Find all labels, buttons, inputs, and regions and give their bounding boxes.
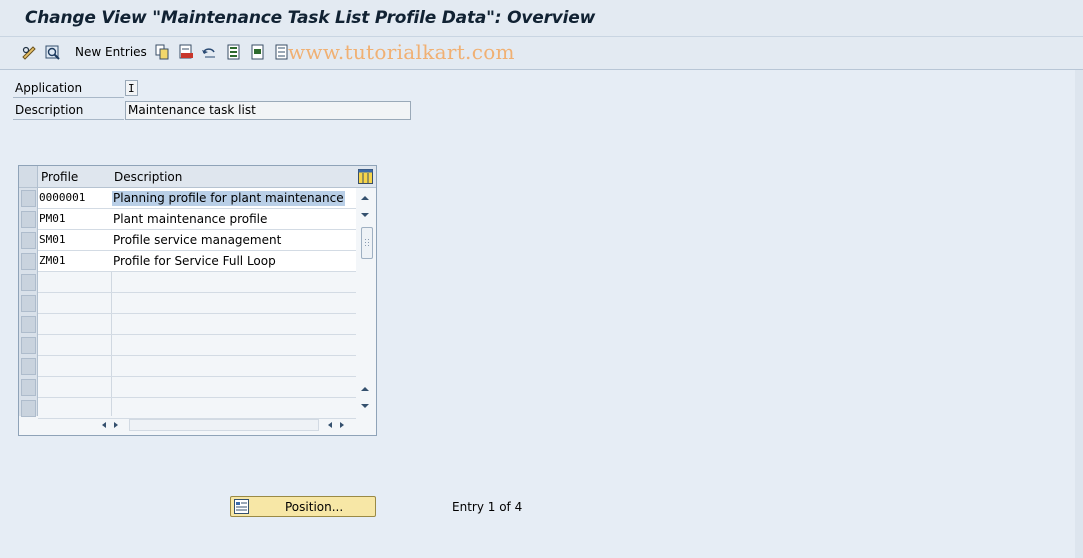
- watermark: www.tutorialkart.com: [288, 40, 515, 64]
- description-label-underline: [13, 119, 124, 120]
- application-label-underline: [13, 97, 124, 98]
- table-row: [38, 335, 356, 356]
- application-toolbar: New Entries www.tutorialkart.com: [0, 37, 1083, 70]
- profile-table: Profile Description 0000001 Planning prof…: [18, 165, 377, 436]
- row-selector[interactable]: [21, 253, 36, 270]
- row-selector[interactable]: [21, 337, 36, 354]
- page-up-icon[interactable]: [359, 383, 373, 395]
- hscroll-arrows-icon: [102, 422, 118, 428]
- select-block-icon[interactable]: [250, 44, 266, 60]
- table-row[interactable]: PM01 Plant maintenance profile: [38, 209, 356, 230]
- table-scroll-thumb[interactable]: [361, 227, 373, 259]
- table-row: [38, 272, 356, 293]
- table-row[interactable]: 0000001 Planning profile for plant mainte…: [38, 188, 356, 209]
- entry-counter: Entry 1 of 4: [452, 500, 523, 514]
- edit-glasses-icon[interactable]: [21, 44, 37, 60]
- row-selector[interactable]: [21, 211, 36, 228]
- position-icon: [234, 499, 249, 517]
- profile-column-hscroll[interactable]: [96, 418, 124, 432]
- description-field: Maintenance task list: [125, 101, 411, 120]
- table-row: [38, 293, 356, 314]
- table-row[interactable]: ZM01 Profile for Service Full Loop: [38, 251, 356, 272]
- row-selector[interactable]: [21, 190, 36, 207]
- row-selector[interactable]: [21, 232, 36, 249]
- application-label: Application: [15, 81, 83, 95]
- row-selector[interactable]: [21, 295, 36, 312]
- description-column-hscroll[interactable]: [322, 418, 350, 432]
- description-cell[interactable]: Planning profile for plant maintenance: [112, 191, 345, 206]
- profile-cell[interactable]: 0000001: [39, 188, 85, 208]
- table-row: [38, 377, 356, 398]
- description-cell[interactable]: Profile service management: [112, 233, 282, 248]
- profile-cell[interactable]: SM01: [39, 230, 66, 250]
- column-header-description[interactable]: Description: [111, 166, 375, 188]
- copy-icon[interactable]: [154, 44, 170, 60]
- column-header-profile[interactable]: Profile: [38, 166, 112, 188]
- description-cell[interactable]: Plant maintenance profile: [112, 212, 268, 227]
- select-all-rows-cell[interactable]: [19, 166, 38, 188]
- scroll-up-icon[interactable]: [359, 192, 373, 204]
- table-row[interactable]: SM01 Profile service management: [38, 230, 356, 251]
- description-column-hscroll-track[interactable]: [129, 419, 319, 431]
- undo-change-icon[interactable]: [201, 44, 217, 60]
- display-change-icon[interactable]: [45, 44, 61, 60]
- new-entries-button[interactable]: New Entries: [75, 45, 147, 59]
- select-all-icon[interactable]: [226, 44, 242, 60]
- table-row: [38, 314, 356, 335]
- position-button[interactable]: Position...: [230, 496, 376, 517]
- row-selector[interactable]: [21, 400, 36, 417]
- page-title: Change View "Maintenance Task List Profi…: [25, 8, 596, 28]
- delete-icon[interactable]: [178, 44, 194, 60]
- application-field: I: [125, 80, 138, 96]
- title-bar: Change View "Maintenance Task List Profi…: [0, 0, 1083, 37]
- page-down-icon[interactable]: [359, 400, 373, 412]
- profile-cell[interactable]: PM01: [39, 209, 66, 229]
- row-selector[interactable]: [21, 316, 36, 333]
- row-selector[interactable]: [21, 358, 36, 375]
- position-button-label: Position...: [285, 500, 344, 514]
- hscroll-arrows-icon: [328, 422, 344, 428]
- scroll-down-icon[interactable]: [359, 209, 373, 221]
- description-cell[interactable]: Profile for Service Full Loop: [112, 254, 277, 269]
- row-selector[interactable]: [21, 274, 36, 291]
- description-label: Description: [15, 103, 84, 117]
- table-vertical-scrollbar[interactable]: [356, 188, 374, 416]
- profile-cell[interactable]: ZM01: [39, 251, 66, 271]
- table-row: [38, 398, 356, 419]
- table-row: [38, 356, 356, 377]
- window-scrollbar-edge: [1075, 70, 1083, 558]
- row-selector[interactable]: [21, 379, 36, 396]
- table-settings-button[interactable]: [356, 166, 376, 188]
